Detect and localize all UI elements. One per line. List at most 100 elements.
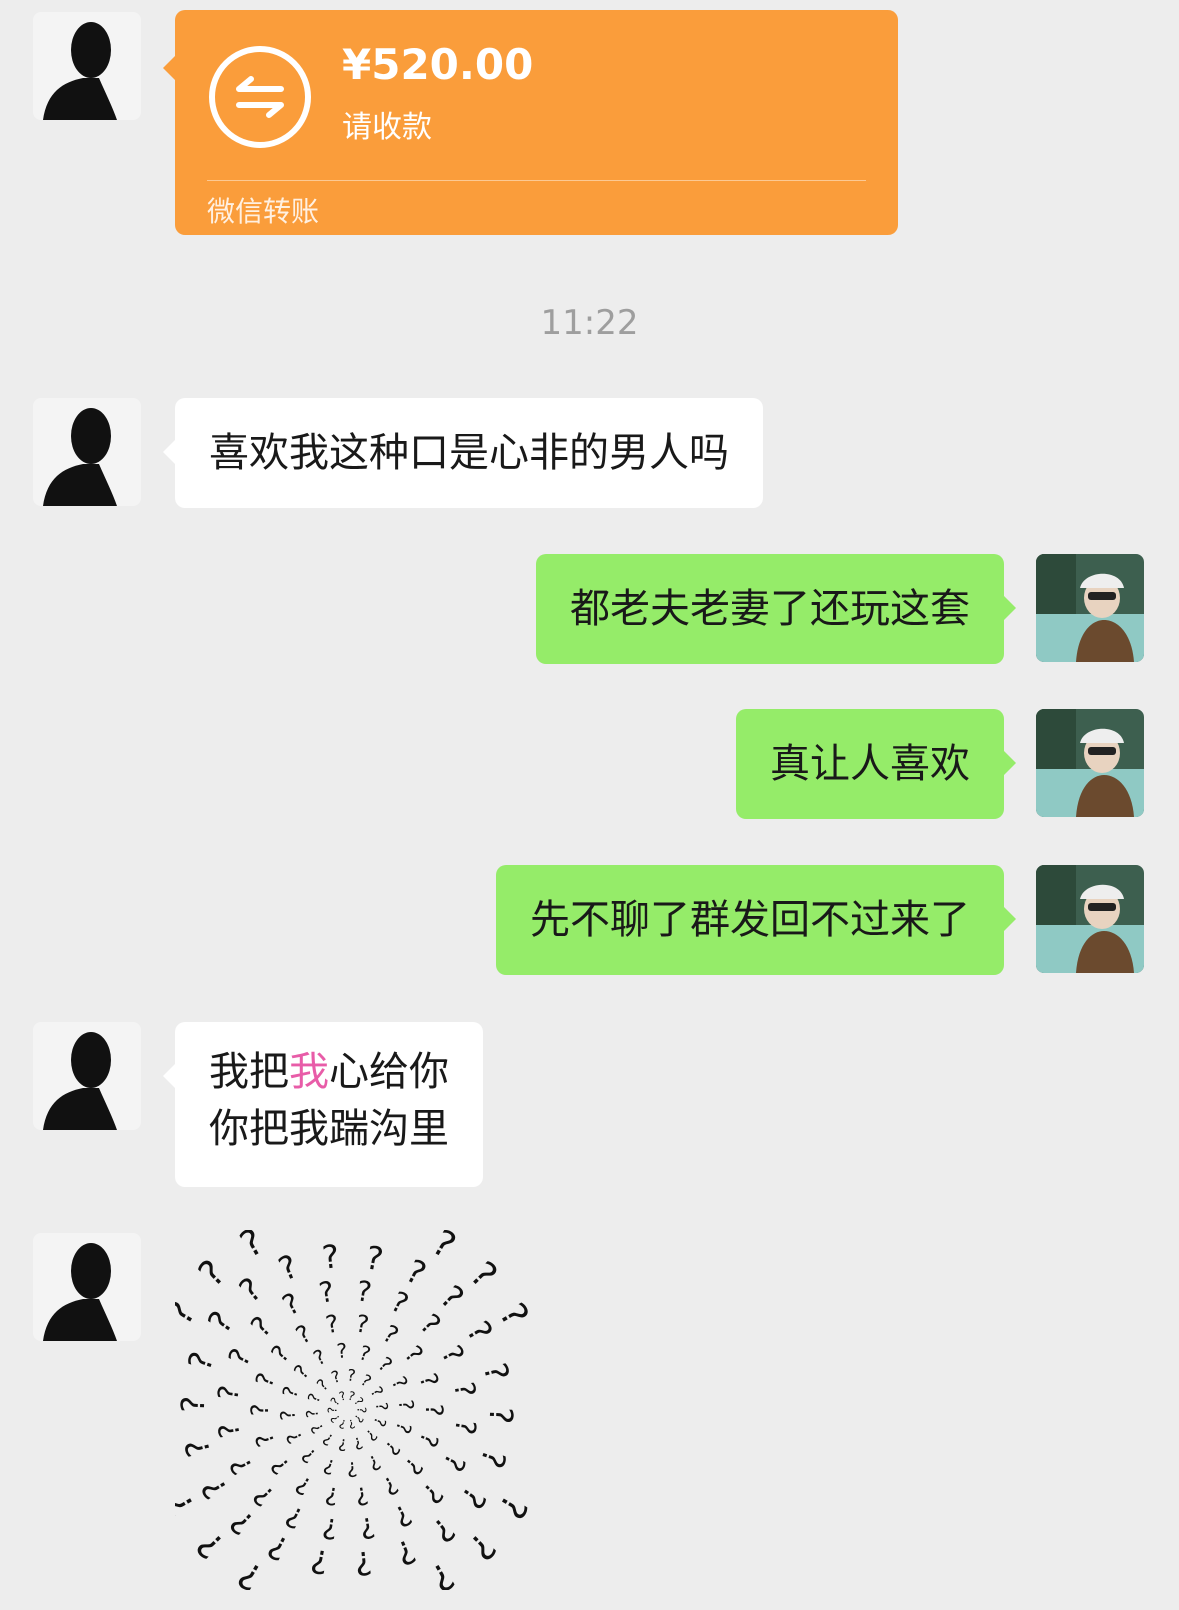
question-mark-glyph: ? [320,1511,339,1546]
message-line: 我把我心给你 [209,1044,449,1101]
question-mark-glyph: ? [351,1433,365,1454]
question-mark-glyph: ? [388,1498,417,1534]
question-mark-glyph: ? [391,1419,417,1436]
question-mark-glyph: ? [302,1408,322,1418]
question-mark-glyph: ? [289,1360,314,1384]
question-mark-glyph: ? [391,1532,421,1574]
question-mark-glyph: ? [175,1395,212,1413]
transfer-arrows-icon [209,46,311,148]
self-avatar[interactable] [1036,709,1144,817]
question-mark-spiral-sticker[interactable]: ????????????????????????????????????????… [175,1230,530,1590]
question-mark-glyph: ? [313,1375,332,1395]
question-mark-glyph: ? [291,1319,316,1350]
self-avatar[interactable] [1036,554,1144,662]
highlighted-text: 我 [289,1049,329,1095]
question-mark-glyph: ? [476,1359,517,1385]
message-text: 都老夫老妻了还玩这套 [570,586,970,632]
question-mark-glyph: ? [416,1477,450,1511]
question-mark-glyph: ? [356,1340,373,1366]
question-mark-glyph: ? [482,1406,521,1424]
question-mark-glyph: ? [304,1391,325,1406]
contact-avatar[interactable] [33,1022,141,1130]
question-mark-glyph: ? [363,1238,387,1278]
question-mark-glyph: ? [346,1457,359,1482]
question-mark-glyph: ? [222,1343,258,1371]
received-message[interactable]: 我把我心给你 你把我踹沟里 [163,1022,483,1187]
question-mark-glyph: ? [490,1488,530,1525]
question-mark-glyph: ? [273,1247,303,1289]
question-mark-glyph: ? [308,1541,332,1581]
question-mark-glyph: ? [423,1554,460,1590]
sent-message[interactable]: 真让人喜欢 [736,709,1016,819]
transfer-footer: 微信转账 [207,195,320,228]
question-mark-glyph: ? [387,1372,413,1392]
question-mark-glyph: ? [372,1401,392,1411]
question-mark-glyph: ? [378,1319,403,1350]
question-mark-glyph: ? [413,1429,444,1451]
question-mark-glyph: ? [436,1449,472,1477]
sent-message[interactable]: 先不聊了群发回不过来了 [496,865,1016,975]
self-avatar[interactable] [1036,865,1144,973]
question-mark-glyph: ? [414,1370,445,1391]
transfer-divider [207,180,866,181]
message-text: 我把 [209,1049,289,1095]
question-mark-glyph: ? [323,1309,340,1339]
question-mark-glyph: ? [265,1452,295,1480]
message-text: 真让人喜欢 [770,741,970,787]
question-mark-glyph: ? [354,1274,373,1309]
question-mark-glyph: ? [175,1295,204,1332]
question-mark-glyph: ? [277,1383,303,1400]
question-mark-glyph: ? [362,1425,381,1445]
question-mark-glyph: ? [374,1352,398,1377]
question-mark-glyph: ? [319,1429,336,1450]
question-mark-glyph: ? [323,1481,341,1511]
question-mark-glyph: ? [320,1237,341,1277]
question-mark-glyph: ? [394,1399,419,1412]
question-mark-glyph: ? [281,1427,307,1447]
question-mark-glyph: ? [453,1480,494,1516]
question-mark-glyph: ? [297,1443,321,1468]
question-mark-glyph: ? [329,1366,343,1387]
transfer-subtitle: 请收款 [342,110,432,145]
question-mark-glyph: ? [320,1454,337,1480]
question-mark-glyph: ? [309,1344,329,1370]
sent-message[interactable]: 都老夫老妻了还玩这套 [536,554,1016,664]
transfer-amount: ¥520.00 [342,40,534,89]
message-text: 喜欢我这种口是心非的男人吗 [209,430,729,476]
question-mark-glyph: ? [200,1304,241,1340]
question-mark-glyph: ? [291,1470,316,1501]
transfer-card[interactable]: ¥520.00 请收款 微信转账 [163,10,898,235]
question-mark-glyph: ? [317,1275,337,1310]
received-message[interactable]: 喜欢我这种口是心非的男人吗 [163,398,763,508]
question-mark-glyph: ? [380,1437,405,1461]
question-mark-glyph: ? [357,1510,377,1545]
question-mark-glyph: ? [266,1340,296,1368]
question-mark-glyph: ? [191,1253,233,1296]
question-mark-glyph: ? [367,1383,388,1400]
question-mark-glyph: ? [244,1310,278,1344]
question-mark-glyph: ? [250,1369,281,1391]
question-mark-glyph: ? [354,1309,372,1339]
question-mark-glyph: ? [357,1370,374,1391]
question-mark-glyph: ? [212,1420,247,1440]
question-mark-glyph: ? [448,1417,483,1436]
question-mark-glyph: ? [234,1230,271,1266]
chat-timestamp: 11:22 [540,303,639,343]
message-line: 你把我踹沟里 [209,1106,449,1152]
question-mark-glyph: ? [177,1435,218,1461]
question-mark-glyph: ? [346,1365,357,1385]
question-mark-glyph: ? [232,1270,269,1310]
question-mark-glyph: ? [275,1409,300,1422]
question-mark-glyph: ? [460,1525,502,1568]
question-mark-glyph: ? [307,1420,328,1437]
contact-avatar[interactable] [33,398,141,506]
question-mark-glyph: ? [447,1380,482,1400]
question-mark-glyph: ? [353,1481,370,1511]
contact-avatar[interactable] [33,12,141,120]
question-mark-glyph: ? [277,1286,306,1322]
contact-avatar[interactable] [33,1233,141,1341]
question-mark-glyph: ? [425,1510,462,1550]
question-mark-glyph: ? [399,1340,429,1368]
question-mark-glyph: ? [364,1450,384,1476]
question-mark-glyph: ? [399,1452,429,1480]
